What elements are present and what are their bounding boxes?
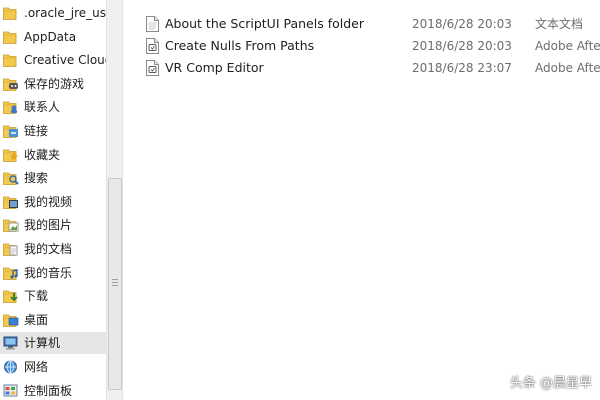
computer-icon — [3, 336, 19, 350]
scroll-grip-line — [112, 279, 118, 280]
nav-item-label: 网络 — [24, 360, 49, 374]
watermark: 头条 @晨星早 — [509, 376, 592, 391]
folder-icon — [3, 53, 19, 68]
control-panel-icon — [3, 384, 19, 398]
scrollbar-thumb[interactable] — [108, 178, 122, 390]
file-row[interactable]: About the ScriptUI Panels folder 2018/6/2… — [124, 13, 600, 35]
nav-item[interactable]: AppData — [0, 26, 106, 48]
file-modified-date: 2018/6/28 20:03 — [412, 17, 512, 31]
navigation-pane: .oracle_jre_usa AppData Creative Cloud 保存的游… — [0, 0, 106, 400]
nav-item-label: 桌面 — [24, 312, 49, 327]
contacts-icon — [3, 100, 19, 115]
scroll-grip-line — [112, 285, 118, 286]
nav-item[interactable]: 我的图片 — [0, 214, 106, 236]
file-name: VR Comp Editor — [165, 60, 264, 75]
nav-item[interactable]: 网络 — [0, 356, 106, 378]
nav-item-label: 我的图片 — [24, 218, 73, 233]
nav-item[interactable]: 我的视频 — [0, 191, 106, 213]
folder-icon — [3, 30, 19, 44]
nav-item[interactable]: 链接 — [0, 120, 106, 142]
file-modified-date: 2018/6/28 23:07 — [412, 61, 512, 75]
nav-item[interactable]: 保存的游戏 — [0, 73, 106, 95]
file-name: Create Nulls From Paths — [165, 38, 315, 53]
nav-item-label: 搜索 — [24, 171, 49, 186]
nav-item-label: AppData — [24, 29, 77, 44]
pictures-icon — [3, 218, 19, 233]
script-file-icon — [146, 38, 159, 54]
file-type: Adobe After Effects — [535, 39, 600, 53]
text-document-icon — [146, 16, 159, 32]
nav-item-label: 控制面板 — [24, 383, 73, 398]
file-row[interactable]: Create Nulls From Paths 2018/6/28 20:03 Ad… — [124, 35, 600, 57]
nav-item-label: 下载 — [24, 289, 49, 304]
nav-item-label: 我的音乐 — [24, 265, 73, 280]
file-list: About the ScriptUI Panels folder 2018/6/2… — [124, 0, 600, 400]
script-file-icon — [146, 60, 159, 76]
folder-icon — [3, 6, 19, 20]
nav-item-label: 联系人 — [24, 100, 61, 115]
videos-icon — [3, 195, 19, 209]
nav-item[interactable]: 联系人 — [0, 96, 106, 118]
downloads-icon — [3, 289, 19, 304]
nav-item-label: 收藏夹 — [24, 147, 61, 162]
scroll-grip-line — [112, 282, 118, 283]
nav-item[interactable]: 下载 — [0, 285, 106, 307]
file-row[interactable]: VR Comp Editor 2018/6/28 23:07 Adobe After… — [124, 57, 600, 79]
links-icon — [3, 124, 19, 138]
nav-item[interactable]: 我的音乐 — [0, 262, 106, 284]
desktop-icon — [3, 313, 19, 327]
nav-item-label: 链接 — [24, 124, 49, 138]
file-type: Adobe After Effects — [535, 61, 600, 75]
documents-icon — [3, 242, 19, 256]
saved-games-icon — [3, 77, 19, 91]
file-name: About the ScriptUI Panels folder — [165, 16, 364, 31]
file-type: 文本文档 — [535, 17, 584, 31]
nav-item[interactable]: Creative Cloud — [0, 49, 106, 71]
nav-item[interactable]: 搜索 — [0, 167, 106, 189]
favorites-icon — [3, 148, 19, 162]
nav-item-label: 我的视频 — [24, 194, 73, 209]
nav-item-label: 我的文档 — [24, 242, 73, 256]
nav-item[interactable]: .oracle_jre_usa — [0, 2, 106, 24]
nav-item[interactable]: 桌面 — [0, 309, 106, 331]
nav-item-label: 保存的游戏 — [24, 76, 85, 91]
nav-item-label: Creative Cloud — [24, 53, 106, 68]
network-icon — [3, 360, 19, 374]
music-icon — [3, 266, 19, 280]
nav-item-label: 计算机 — [24, 336, 61, 351]
searches-icon — [3, 171, 19, 186]
nav-item[interactable]: 控制面板 — [0, 380, 106, 400]
nav-scrollbar[interactable] — [106, 0, 123, 400]
file-modified-date: 2018/6/28 20:03 — [412, 39, 512, 53]
nav-item[interactable]: 收藏夹 — [0, 144, 106, 166]
nav-item[interactable]: 我的文档 — [0, 238, 106, 260]
nav-item-label: .oracle_jre_usa — [24, 6, 106, 20]
nav-item[interactable]: 计算机 — [0, 332, 106, 355]
